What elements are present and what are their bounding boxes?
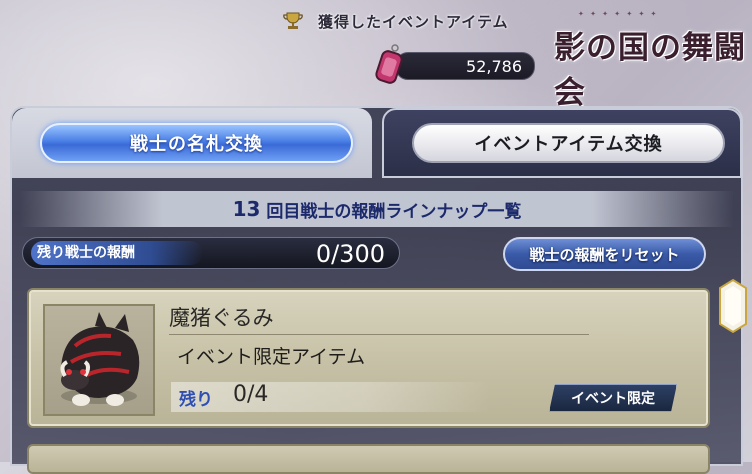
item-count-value: 52,786 — [466, 57, 522, 76]
logo-title: 影の国の舞闘会 — [554, 30, 746, 111]
item-remaining-value: 0/4 — [233, 382, 269, 407]
acquired-items-label: 獲得したイベントアイテム — [318, 12, 509, 31]
item-remaining-row: 残り 0/4 — [171, 382, 491, 412]
trophy-icon — [282, 10, 304, 32]
lineup-label: 回目戦士の報酬ラインナップ一覧 — [266, 201, 522, 222]
remaining-rewards-value: 0/300 — [315, 240, 385, 268]
acquired-items-header: 獲得したイベントアイテム — [282, 8, 509, 34]
scrollbar-thumb[interactable] — [718, 278, 748, 334]
reset-rewards-button[interactable]: 戦士の報酬をリセット — [503, 237, 706, 271]
item-description: イベント限定アイテム — [177, 346, 366, 368]
event-limited-badge: イベント限定 — [549, 384, 677, 412]
remaining-rewards-label: 残り戦士の報酬 — [31, 241, 203, 265]
remaining-rewards-bar: 残り戦士の報酬 0/300 — [22, 237, 400, 269]
event-logo: ✦ ✦ ✦ ✦ ✦ ✦ ✦ 影の国の舞闘会 — [548, 8, 746, 111]
tab-event-item-exchange[interactable]: イベントアイテム交換 — [412, 123, 725, 163]
item-thumbnail — [43, 304, 155, 416]
item-divider — [169, 334, 589, 335]
tab-warrior-tag-exchange[interactable]: 戦士の名札交換 — [40, 123, 353, 163]
boar-plush-icon — [60, 312, 140, 406]
reward-lineup-header: 13 回目戦士の報酬ラインナップ一覧 — [20, 191, 734, 227]
item-name: 魔猪ぐるみ — [169, 306, 274, 330]
reward-item-card[interactable]: 魔猪ぐるみ イベント限定アイテム 残り 0/4 イベント限定 — [27, 288, 710, 428]
item-remaining-label: 残り — [179, 390, 213, 410]
lineup-round-number: 13 — [232, 197, 261, 221]
logo-top-text: ✦ ✦ ✦ ✦ ✦ ✦ ✦ — [578, 10, 659, 18]
dog-tag-icon — [371, 43, 407, 85]
item-count-bar: 52,786 — [395, 52, 535, 80]
reward-item-card-next[interactable] — [27, 444, 710, 474]
